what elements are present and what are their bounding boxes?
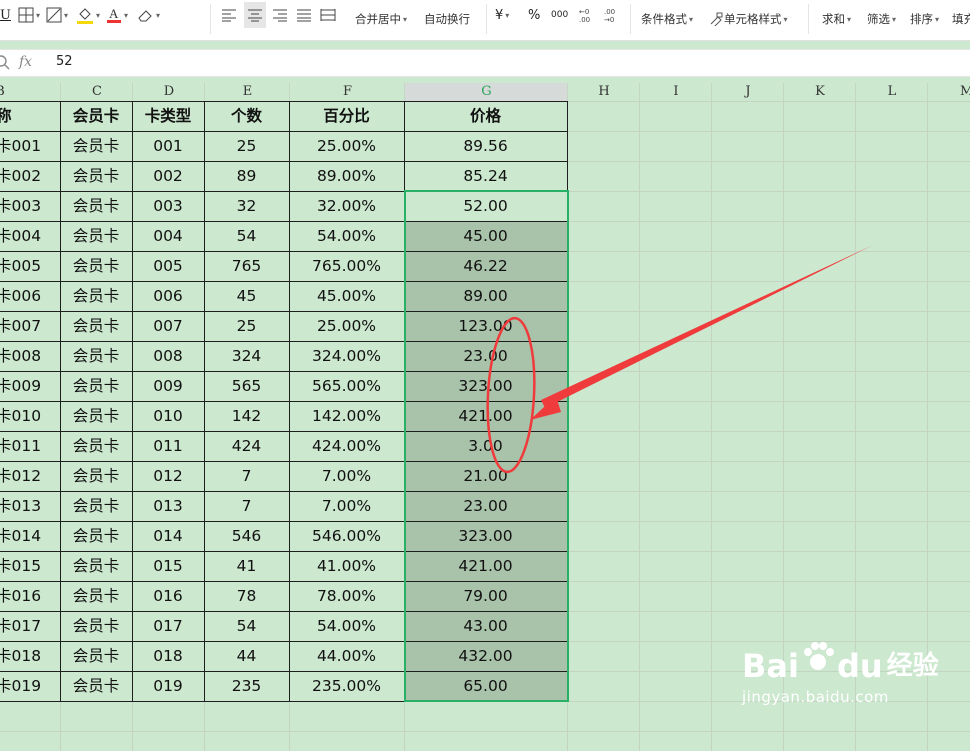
baidu-jingyan-watermark: Bai du 经验 jingyan.baidu.com — [742, 640, 939, 706]
watermark-brand: Bai — [742, 647, 799, 685]
annotation-overlay — [486, 245, 873, 474]
watermark-cn: 经验 — [886, 651, 939, 681]
paw-icon — [801, 640, 835, 680]
watermark-brand2: du — [836, 647, 883, 685]
arrow-shaft — [541, 245, 873, 408]
watermark-url: jingyan.baidu.com — [742, 688, 889, 706]
highlight-ellipse — [486, 316, 536, 474]
